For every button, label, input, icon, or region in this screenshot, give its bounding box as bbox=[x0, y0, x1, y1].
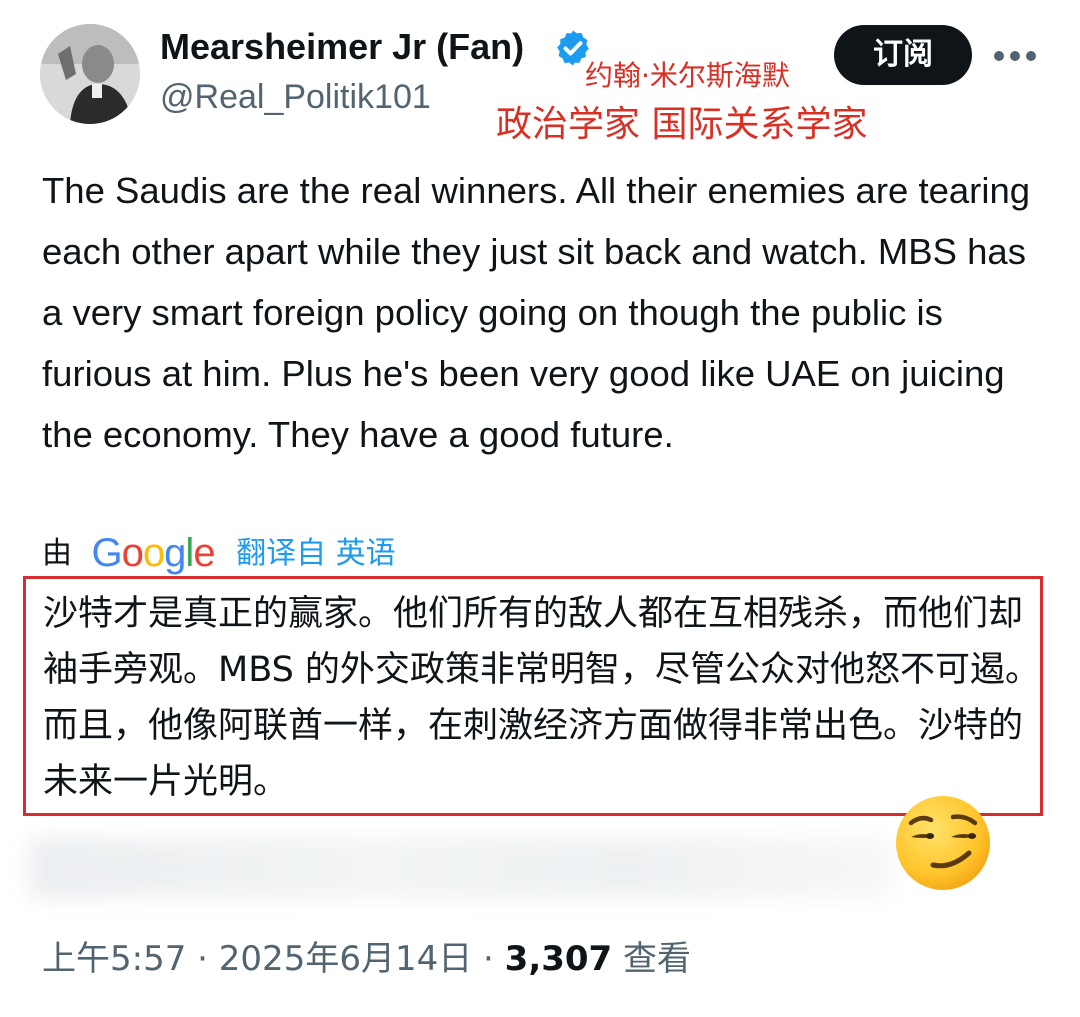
views-label: 查看 bbox=[623, 939, 692, 979]
translated-from-link[interactable]: 翻译自 英语 bbox=[236, 530, 396, 578]
meta-separator: · bbox=[197, 939, 208, 979]
google-logo: Google bbox=[91, 531, 216, 575]
author-display-name[interactable]: Mearsheimer Jr (Fan) bbox=[160, 22, 524, 72]
blurred-region bbox=[30, 838, 890, 898]
tweet-date[interactable]: 2025年6月14日 bbox=[219, 939, 472, 979]
views-count: 3,307 bbox=[504, 939, 613, 979]
avatar-photo bbox=[40, 24, 140, 124]
annotation-title: 政治学家 国际关系学家 bbox=[496, 104, 868, 145]
smirk-emoji bbox=[896, 796, 990, 890]
author-handle[interactable]: @Real_Politik101 bbox=[160, 74, 431, 120]
tweet-meta: 上午5:57 · 2025年6月14日 · 3,307 查看 bbox=[42, 934, 691, 984]
translation-attribution: 由 Google 翻译自 英语 bbox=[42, 530, 396, 578]
more-horizontal-icon[interactable] bbox=[990, 38, 1040, 74]
annotation-name: 约翰·米尔斯海默 bbox=[585, 59, 790, 92]
tweet-text: The Saudis are the real winners. All the… bbox=[42, 170, 1031, 455]
avatar[interactable] bbox=[40, 24, 140, 124]
translated-text: 沙特才是真正的赢家。他们所有的敌人都在互相残杀，而他们却袖手旁观。MBS 的外交… bbox=[43, 594, 1040, 802]
subscribe-button[interactable]: 订阅 bbox=[834, 25, 972, 85]
meta-separator: · bbox=[483, 939, 494, 979]
translation-prefix: 由 bbox=[42, 536, 72, 571]
tweet-time[interactable]: 上午5:57 bbox=[42, 939, 186, 979]
